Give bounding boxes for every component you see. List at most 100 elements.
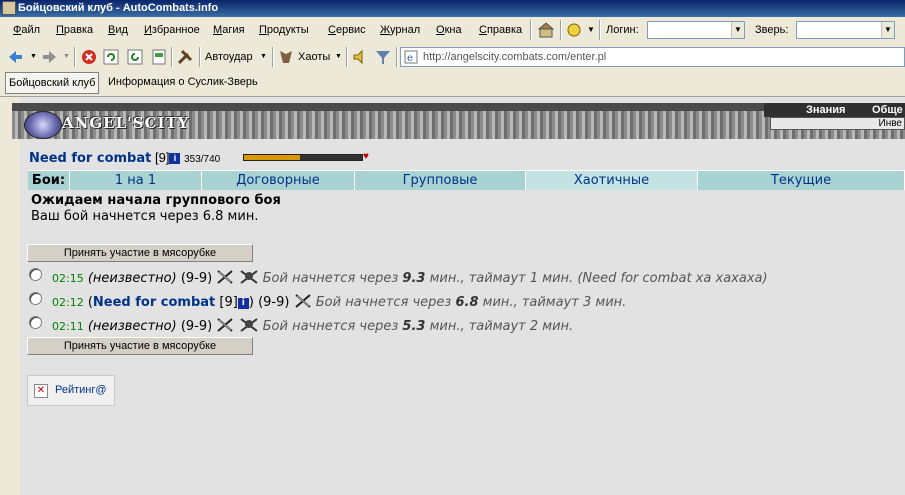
chevron-down-icon[interactable]: ▼ xyxy=(63,53,70,60)
tab-one-on-one[interactable]: 1 на 1 xyxy=(70,171,202,190)
chevron-down-icon[interactable]: ▼ xyxy=(587,25,595,34)
nav-knowledge[interactable]: Знания xyxy=(806,104,845,116)
tools-icon[interactable] xyxy=(176,48,194,66)
user-hp: 353/740 xyxy=(184,154,221,165)
battle-radio[interactable] xyxy=(29,268,42,281)
join-button-top[interactable]: Принять участие в мясорубке xyxy=(27,244,253,262)
battle-prefix: Бой начнется через xyxy=(262,271,399,286)
user-level: [9] xyxy=(154,150,170,165)
chevron-down-icon[interactable]: ▼ xyxy=(731,22,744,38)
chevron-down-icon[interactable]: ▼ xyxy=(335,53,342,60)
battle-time: 02:15 xyxy=(52,272,84,285)
tab-contract[interactable]: Договорные xyxy=(202,171,355,190)
login-combo[interactable]: ▼ xyxy=(647,21,745,39)
site-subnav: Инве xyxy=(770,117,905,130)
app-icon xyxy=(2,1,16,15)
menu-magic[interactable]: Магия xyxy=(213,24,245,36)
battle-suffix: мин., таймаут 2 мин. xyxy=(429,319,574,334)
menu-products[interactable]: Продукты xyxy=(259,24,309,36)
filter-icon[interactable] xyxy=(374,48,392,66)
battle-prefix: Бой начнется через xyxy=(315,295,452,310)
site-logo-emblem xyxy=(24,111,62,139)
home-icon[interactable] xyxy=(537,21,555,39)
tab-fight-club[interactable]: Бойцовский клуб xyxy=(5,72,100,94)
menu-service[interactable]: Сервис xyxy=(328,24,366,36)
haoty-button[interactable]: Хаоты xyxy=(298,51,330,63)
ie-page-icon: e xyxy=(404,50,418,64)
battle-time: 02:11 xyxy=(52,320,84,333)
crossed-swords-icon xyxy=(216,317,234,337)
separator xyxy=(272,47,274,67)
battle-radio[interactable] xyxy=(29,316,42,329)
rating-badge[interactable]: ✕ Рейтинг@ xyxy=(27,375,115,406)
crossed-swords-icon xyxy=(294,293,312,313)
coin-icon[interactable] xyxy=(566,21,584,39)
window-titlebar: Бойцовский клуб - AutoCombats.info xyxy=(0,0,905,17)
autoudar-button[interactable]: Автоудар xyxy=(205,51,253,63)
user-nick[interactable]: Need for combat xyxy=(29,151,151,166)
address-url[interactable]: http://angelscity.combats.com/enter.pl xyxy=(423,51,606,63)
broken-image-icon: ✕ xyxy=(34,384,48,398)
tab-chaotic[interactable]: Хаотичные xyxy=(526,171,698,190)
separator xyxy=(530,20,532,40)
navigation-toolbar: ▼ ▼ Автоудар ▼ Хаоты ▼ e http://angelsci… xyxy=(0,44,905,71)
menu-windows[interactable]: Окна xyxy=(436,24,462,36)
battle-time: 02:12 xyxy=(52,296,84,309)
page-icon[interactable] xyxy=(150,48,168,66)
separator xyxy=(346,47,348,67)
window-title: Бойцовский клуб - AutoCombats.info xyxy=(18,2,219,14)
menu-favorites[interactable]: Избранное xyxy=(144,24,200,36)
menu-journal[interactable]: Журнал xyxy=(380,24,420,36)
content-edge xyxy=(0,97,20,495)
site-topnav: Знания Обще xyxy=(764,103,905,117)
battle-radio[interactable] xyxy=(29,292,42,305)
battle-levels: (9-9) xyxy=(180,319,213,334)
tab-group[interactable]: Групповые xyxy=(355,171,526,190)
status-countdown: Ваш бой начнется через 6.8 мин. xyxy=(31,209,259,224)
heart-icon: ♥ xyxy=(363,151,369,162)
hp-bar xyxy=(243,154,363,161)
address-bar[interactable]: e http://angelscity.combats.com/enter.pl xyxy=(400,47,905,67)
menu-view[interactable]: Вид xyxy=(108,24,128,36)
fight-tabs-label: Бои: xyxy=(28,171,70,190)
separator xyxy=(199,47,201,67)
skull-swords-icon xyxy=(239,317,259,337)
tab-bar: Бойцовский клуб Информация о Суслик-Звер… xyxy=(0,70,905,97)
stop-icon[interactable] xyxy=(80,48,98,66)
refresh-icon[interactable] xyxy=(102,48,120,66)
sound-icon[interactable] xyxy=(351,48,369,66)
nav-common[interactable]: Обще xyxy=(872,104,903,116)
login-label: Логин: xyxy=(606,24,639,36)
chevron-down-icon[interactable]: ▼ xyxy=(881,22,894,38)
menu-bar: Файл Правка Вид Избранное Магия Продукты… xyxy=(0,17,905,45)
menu-help[interactable]: Справка xyxy=(479,24,522,36)
nav-inventory[interactable]: Инве xyxy=(879,118,902,129)
info-icon[interactable]: i xyxy=(237,298,249,309)
separator xyxy=(74,47,76,67)
user-line: Need for combat [9] i 353/740 xyxy=(29,150,220,166)
beast-combo[interactable]: ▼ xyxy=(796,21,895,39)
separator xyxy=(396,47,398,67)
reload-icon[interactable] xyxy=(126,48,144,66)
battle-owner: (неизвестно) xyxy=(87,271,177,286)
hp-bar-fill xyxy=(244,155,301,160)
menu-file[interactable]: Файл xyxy=(13,24,40,36)
battle-owner[interactable]: Need for combat xyxy=(93,295,215,310)
forward-icon[interactable] xyxy=(41,48,59,66)
join-button-bottom[interactable]: Принять участие в мясорубке xyxy=(27,337,253,355)
battle-levels: (9-9) xyxy=(258,295,290,310)
tab-user-info[interactable]: Информация о Суслик-Зверь xyxy=(105,72,261,92)
battle-suffix: мин., таймаут 3 мин. xyxy=(482,295,627,310)
svg-text:e: e xyxy=(407,53,413,64)
battle-suffix: мин., таймаут 1 мин. (Need for combat ха… xyxy=(429,271,768,286)
battle-minutes: 6.8 xyxy=(455,295,479,310)
info-icon[interactable]: i xyxy=(169,153,181,164)
chevron-down-icon[interactable]: ▼ xyxy=(260,53,267,60)
back-icon[interactable] xyxy=(6,48,24,66)
tab-current[interactable]: Текущие xyxy=(698,171,905,190)
menu-edit[interactable]: Правка xyxy=(56,24,93,36)
fight-tabs: Бои: 1 на 1 Договорные Групповые Хаотичн… xyxy=(28,170,905,190)
chevron-down-icon[interactable]: ▼ xyxy=(30,53,37,60)
rating-label[interactable]: Рейтинг@ xyxy=(55,384,107,396)
battle-minutes: 9.3 xyxy=(402,271,426,286)
